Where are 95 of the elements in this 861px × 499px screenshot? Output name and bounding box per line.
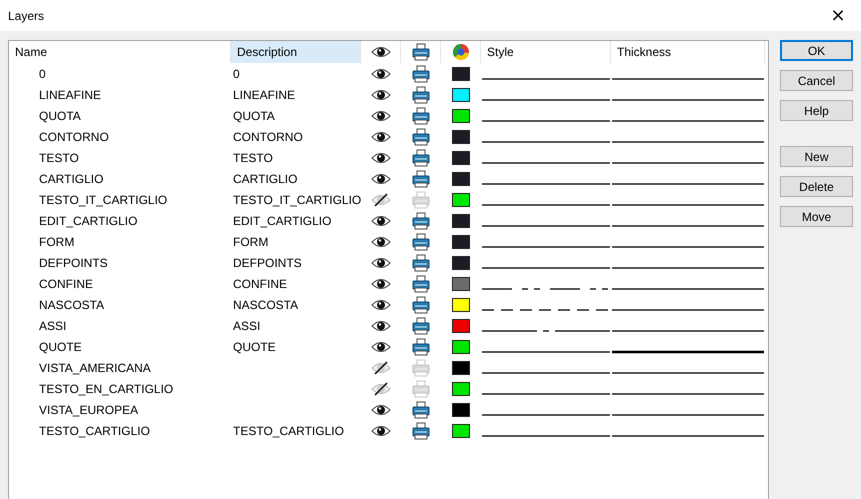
eye-icon[interactable] [371,66,391,80]
color-swatch[interactable] [452,402,470,416]
eye-icon[interactable] [370,45,390,59]
dialog-button[interactable]: New [780,146,853,167]
layer-description: CONTORNO [232,130,304,144]
hidden-eye-icon[interactable] [371,192,391,206]
layer-description: DEFPOINTS [232,256,303,270]
printer-icon[interactable] [412,274,430,292]
layer-name[interactable]: EDIT_CARTIGLIO [9,214,231,228]
color-swatch[interactable] [452,360,470,374]
printer-icon[interactable] [412,86,430,104]
color-swatch[interactable] [452,424,470,438]
column-header[interactable]: Description [231,41,361,63]
printer-icon[interactable] [412,64,430,82]
layer-name[interactable]: TESTO_CARTIGLIO [9,424,231,438]
layer-name[interactable]: TESTO_IT_CARTIGLIO [9,192,231,206]
dialog-button[interactable]: Help [780,100,853,121]
eye-icon[interactable] [371,130,391,144]
layer-name[interactable]: CARTIGLIO [9,172,231,186]
layer-name[interactable]: VISTA_EUROPEA [9,402,231,416]
printer-icon[interactable] [412,422,430,440]
color-swatch[interactable] [452,130,470,144]
color-swatch[interactable] [452,340,470,354]
eye-icon[interactable] [371,256,391,270]
layer-name[interactable]: CONFINE [9,276,231,290]
color-swatch[interactable] [452,66,470,80]
color-swatch[interactable] [452,298,470,312]
color-swatch[interactable] [452,234,470,248]
layer-description: CARTIGLIO [232,172,298,186]
color-swatch[interactable] [452,256,470,270]
color-wheel-icon [452,43,470,61]
layer-description: CONFINE [232,276,288,290]
eye-icon[interactable] [371,172,391,186]
layer-description: 0 [232,66,241,80]
layer-description: FORM [232,234,270,248]
printer-icon[interactable] [412,232,430,250]
layer-name[interactable]: LINEAFINE [9,88,231,102]
hidden-eye-icon[interactable] [371,382,391,396]
layer-name[interactable]: ASSI [9,318,231,332]
printer-icon[interactable] [412,106,430,124]
printer-icon[interactable] [412,316,430,334]
window-title: Layers [8,8,44,22]
color-swatch[interactable] [452,382,470,396]
dialog-button[interactable]: Delete [780,176,853,197]
hidden-eye-icon[interactable] [371,360,391,374]
eye-icon[interactable] [371,298,391,312]
color-swatch[interactable] [452,172,470,186]
printer-icon[interactable] [412,254,430,272]
layer-name[interactable]: QUOTA [9,108,231,122]
eye-icon[interactable] [371,234,391,248]
color-swatch[interactable] [452,192,470,206]
layer-description: TESTO [232,150,274,164]
color-swatch[interactable] [452,318,470,332]
printer-icon[interactable] [412,296,430,314]
printer-icon[interactable] [412,148,430,166]
eye-icon[interactable] [371,276,391,290]
layer-name[interactable]: CONTORNO [9,130,231,144]
eye-icon[interactable] [371,108,391,122]
layer-name[interactable]: 0 [9,66,231,80]
layer-name[interactable]: DEFPOINTS [9,256,231,270]
printer-icon[interactable] [412,128,430,146]
printer-icon[interactable] [412,170,430,188]
color-swatch[interactable] [452,214,470,228]
eye-icon[interactable] [371,402,391,416]
eye-icon[interactable] [371,424,391,438]
color-swatch[interactable] [452,276,470,290]
dialog-button[interactable]: Move [780,206,853,227]
layer-description: QUOTA [232,108,276,122]
color-swatch[interactable] [452,108,470,122]
layer-description: EDIT_CARTIGLIO [232,214,332,228]
color-swatch[interactable] [452,88,470,102]
eye-icon[interactable] [371,318,391,332]
printer-icon[interactable] [412,400,430,418]
printer-icon[interactable] [412,338,430,356]
layer-description: NASCOSTA [232,298,300,312]
printer-icon[interactable] [412,212,430,230]
layer-name[interactable]: QUOTE [9,340,231,354]
eye-icon[interactable] [371,88,391,102]
layer-description: TESTO_IT_CARTIGLIO [232,192,361,206]
eye-icon[interactable] [371,340,391,354]
layer-name[interactable]: VISTA_AMERICANA [9,360,231,374]
layer-name[interactable]: TESTO [9,150,231,164]
dialog-button[interactable]: OK [780,40,853,61]
color-swatch[interactable] [452,150,470,164]
layer-name[interactable]: NASCOSTA [9,298,231,312]
layer-description: LINEAFINE [232,88,296,102]
layer-description: QUOTE [232,340,277,354]
eye-icon[interactable] [371,214,391,228]
layer-description: TESTO_CARTIGLIO [232,424,345,438]
layer-description: ASSI [232,318,262,332]
close-button[interactable]: × [815,0,861,31]
dialog-button[interactable]: Cancel [780,70,853,91]
eye-icon[interactable] [371,150,391,164]
layer-name[interactable]: FORM [9,234,231,248]
layer-name[interactable]: TESTO_EN_CARTIGLIO [9,382,231,396]
